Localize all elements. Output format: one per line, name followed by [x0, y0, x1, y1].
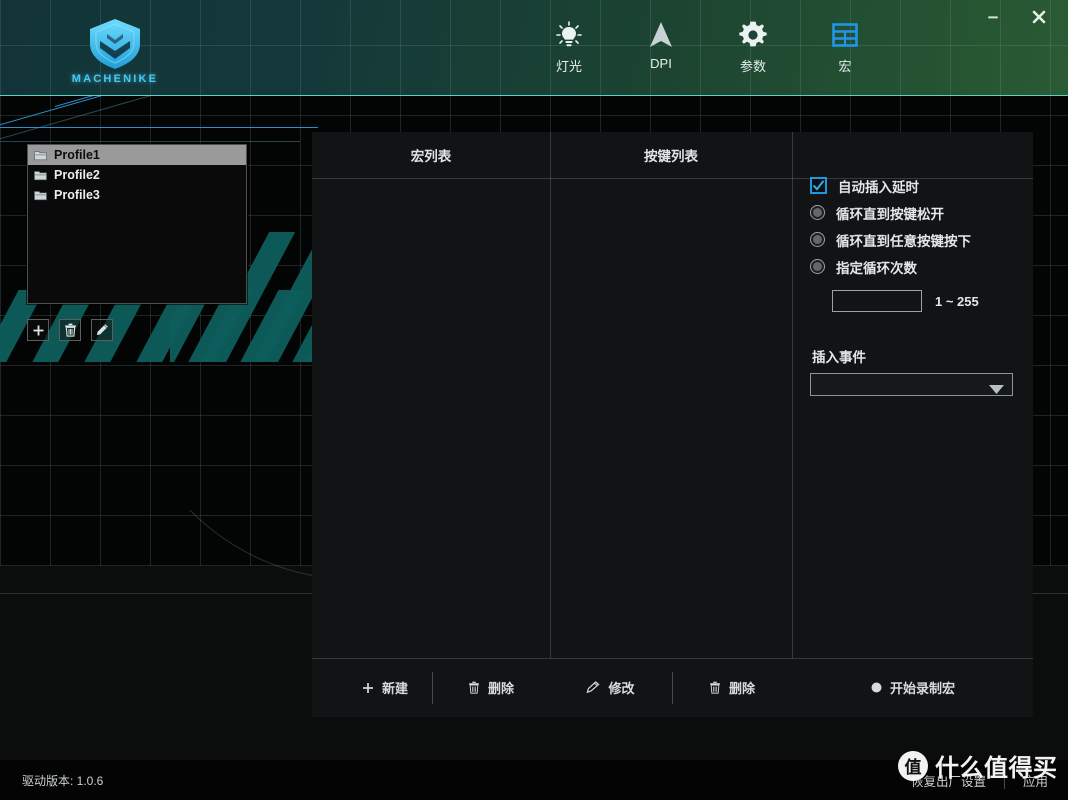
- insert-event-label: 插入事件: [812, 350, 866, 365]
- list-item[interactable]: Profile1: [28, 145, 246, 165]
- background-accent-line-1: [0, 127, 318, 128]
- rename-profile-button[interactable]: [91, 319, 113, 341]
- list-item-label: Profile3: [54, 188, 100, 202]
- folder-icon: [34, 150, 47, 160]
- application-window: MACHENIKE 灯光 DPI 参数 宏 Profile1 Profile2 …: [0, 0, 1068, 800]
- delete-macro-button[interactable]: 删除: [432, 658, 550, 717]
- status-separator: [1003, 772, 1005, 789]
- trash-icon: [710, 681, 720, 694]
- app-header: MACHENIKE 灯光 DPI 参数 宏: [0, 0, 1068, 96]
- delete-key-label: 删除: [728, 681, 755, 696]
- lightbulb-icon: [556, 20, 582, 50]
- plus-icon: [362, 682, 373, 693]
- loop-until-release-radio[interactable]: 循环直到按键松开: [810, 199, 1033, 226]
- radio-icon: [810, 232, 825, 247]
- key-list-area[interactable]: [551, 179, 792, 658]
- window-controls: [978, 5, 1054, 29]
- edit-key-button[interactable]: 修改: [551, 658, 669, 717]
- record-dot-icon: [871, 682, 882, 693]
- close-button[interactable]: [1024, 5, 1054, 29]
- auto-insert-delay-checkbox[interactable]: 自动插入延时: [810, 172, 1033, 199]
- delete-profile-button[interactable]: [59, 319, 81, 341]
- radio-icon: [810, 205, 825, 220]
- folder-icon: [34, 170, 47, 180]
- close-icon: [1032, 10, 1046, 24]
- status-actions: 恢复出厂设置 应用: [911, 771, 1048, 790]
- panel-toolbar: 新建 删除 修改 删除 开始录制宏: [312, 658, 1033, 717]
- cursor-arrow-icon: [648, 20, 674, 50]
- loop-count-row: 1 ~ 255: [832, 290, 1033, 312]
- chevron-down-icon: [989, 381, 1004, 399]
- apply-button[interactable]: 应用: [1023, 771, 1048, 790]
- loop-specified-times-label: 指定循环次数: [836, 260, 917, 276]
- machenike-shield-icon: [90, 19, 140, 69]
- header-accent-underline: [0, 95, 1068, 96]
- column-header-macro-list: 宏列表: [410, 149, 452, 164]
- macro-options: 自动插入延时 循环直到按键松开 循环直到任意按键按下 指定循环次数 1 ~ 25…: [810, 172, 1033, 396]
- list-item[interactable]: Profile2: [28, 165, 246, 185]
- delete-macro-label: 删除: [487, 681, 514, 696]
- main-navigation: 灯光 DPI 参数 宏: [540, 20, 874, 75]
- status-bar: 驱动版本: 1.0.6 恢复出厂设置 应用: [0, 760, 1068, 800]
- factory-reset-button[interactable]: 恢复出厂设置: [911, 771, 986, 790]
- loop-count-range-hint: 1 ~ 255: [935, 293, 979, 309]
- edit-key-label: 修改: [608, 681, 635, 696]
- add-profile-button[interactable]: [27, 319, 49, 341]
- brand-logo-text: MACHENIKE: [71, 73, 159, 85]
- pencil-icon: [96, 324, 108, 336]
- pencil-icon: [587, 681, 601, 694]
- nav-item-parameters[interactable]: 参数: [724, 20, 782, 75]
- loop-until-any-key-radio[interactable]: 循环直到任意按键按下: [810, 226, 1033, 253]
- nav-item-dpi[interactable]: DPI: [632, 20, 690, 75]
- column-header-key-list: 按键列表: [644, 149, 698, 164]
- list-item[interactable]: Profile3: [28, 185, 246, 205]
- auto-insert-delay-label: 自动插入延时: [838, 179, 919, 195]
- profile-list[interactable]: Profile1 Profile2 Profile3: [27, 144, 247, 304]
- loop-specified-times-radio[interactable]: 指定循环次数: [810, 253, 1033, 280]
- macro-panel: 宏列表 按键列表 自动插入延时 循环直到按键松开 循环直到任意按键按下 指定循环…: [312, 132, 1033, 717]
- trash-icon: [64, 323, 76, 337]
- minimize-icon: [988, 16, 998, 19]
- background-accent-line-2: [0, 141, 300, 142]
- loop-until-any-key-label: 循环直到任意按键按下: [836, 233, 971, 249]
- start-record-macro-label: 开始录制宏: [889, 681, 955, 696]
- column-separator-2: [792, 132, 793, 658]
- checkbox-checked-icon: [810, 177, 827, 194]
- plus-icon: [33, 325, 43, 335]
- new-macro-label: 新建: [381, 681, 408, 696]
- radio-icon: [810, 259, 825, 274]
- minimize-button[interactable]: [978, 5, 1008, 29]
- start-record-macro-button[interactable]: 开始录制宏: [793, 658, 1033, 717]
- trash-icon: [469, 681, 479, 694]
- nav-item-macro[interactable]: 宏: [816, 20, 874, 75]
- profile-actions: [27, 319, 113, 341]
- delete-key-button[interactable]: 删除: [672, 658, 792, 717]
- nav-item-lighting[interactable]: 灯光: [540, 20, 598, 75]
- loop-count-input[interactable]: [832, 290, 922, 312]
- nav-label-lighting: 灯光: [555, 59, 582, 74]
- list-item-label: Profile2: [54, 168, 100, 182]
- insert-event-dropdown[interactable]: [810, 373, 1013, 396]
- loop-until-release-label: 循环直到按键松开: [836, 206, 944, 222]
- macro-list-area[interactable]: [312, 179, 550, 658]
- macro-table-icon: [831, 20, 859, 50]
- nav-label-macro: 宏: [838, 59, 852, 74]
- nav-label-dpi: DPI: [650, 56, 672, 71]
- folder-icon: [34, 190, 47, 200]
- gear-icon: [739, 20, 767, 50]
- nav-label-parameters: 参数: [739, 59, 766, 74]
- brand-logo: MACHENIKE: [60, 18, 170, 88]
- driver-version-text: 驱动版本: 1.0.6: [22, 774, 104, 788]
- list-item-label: Profile1: [54, 148, 100, 162]
